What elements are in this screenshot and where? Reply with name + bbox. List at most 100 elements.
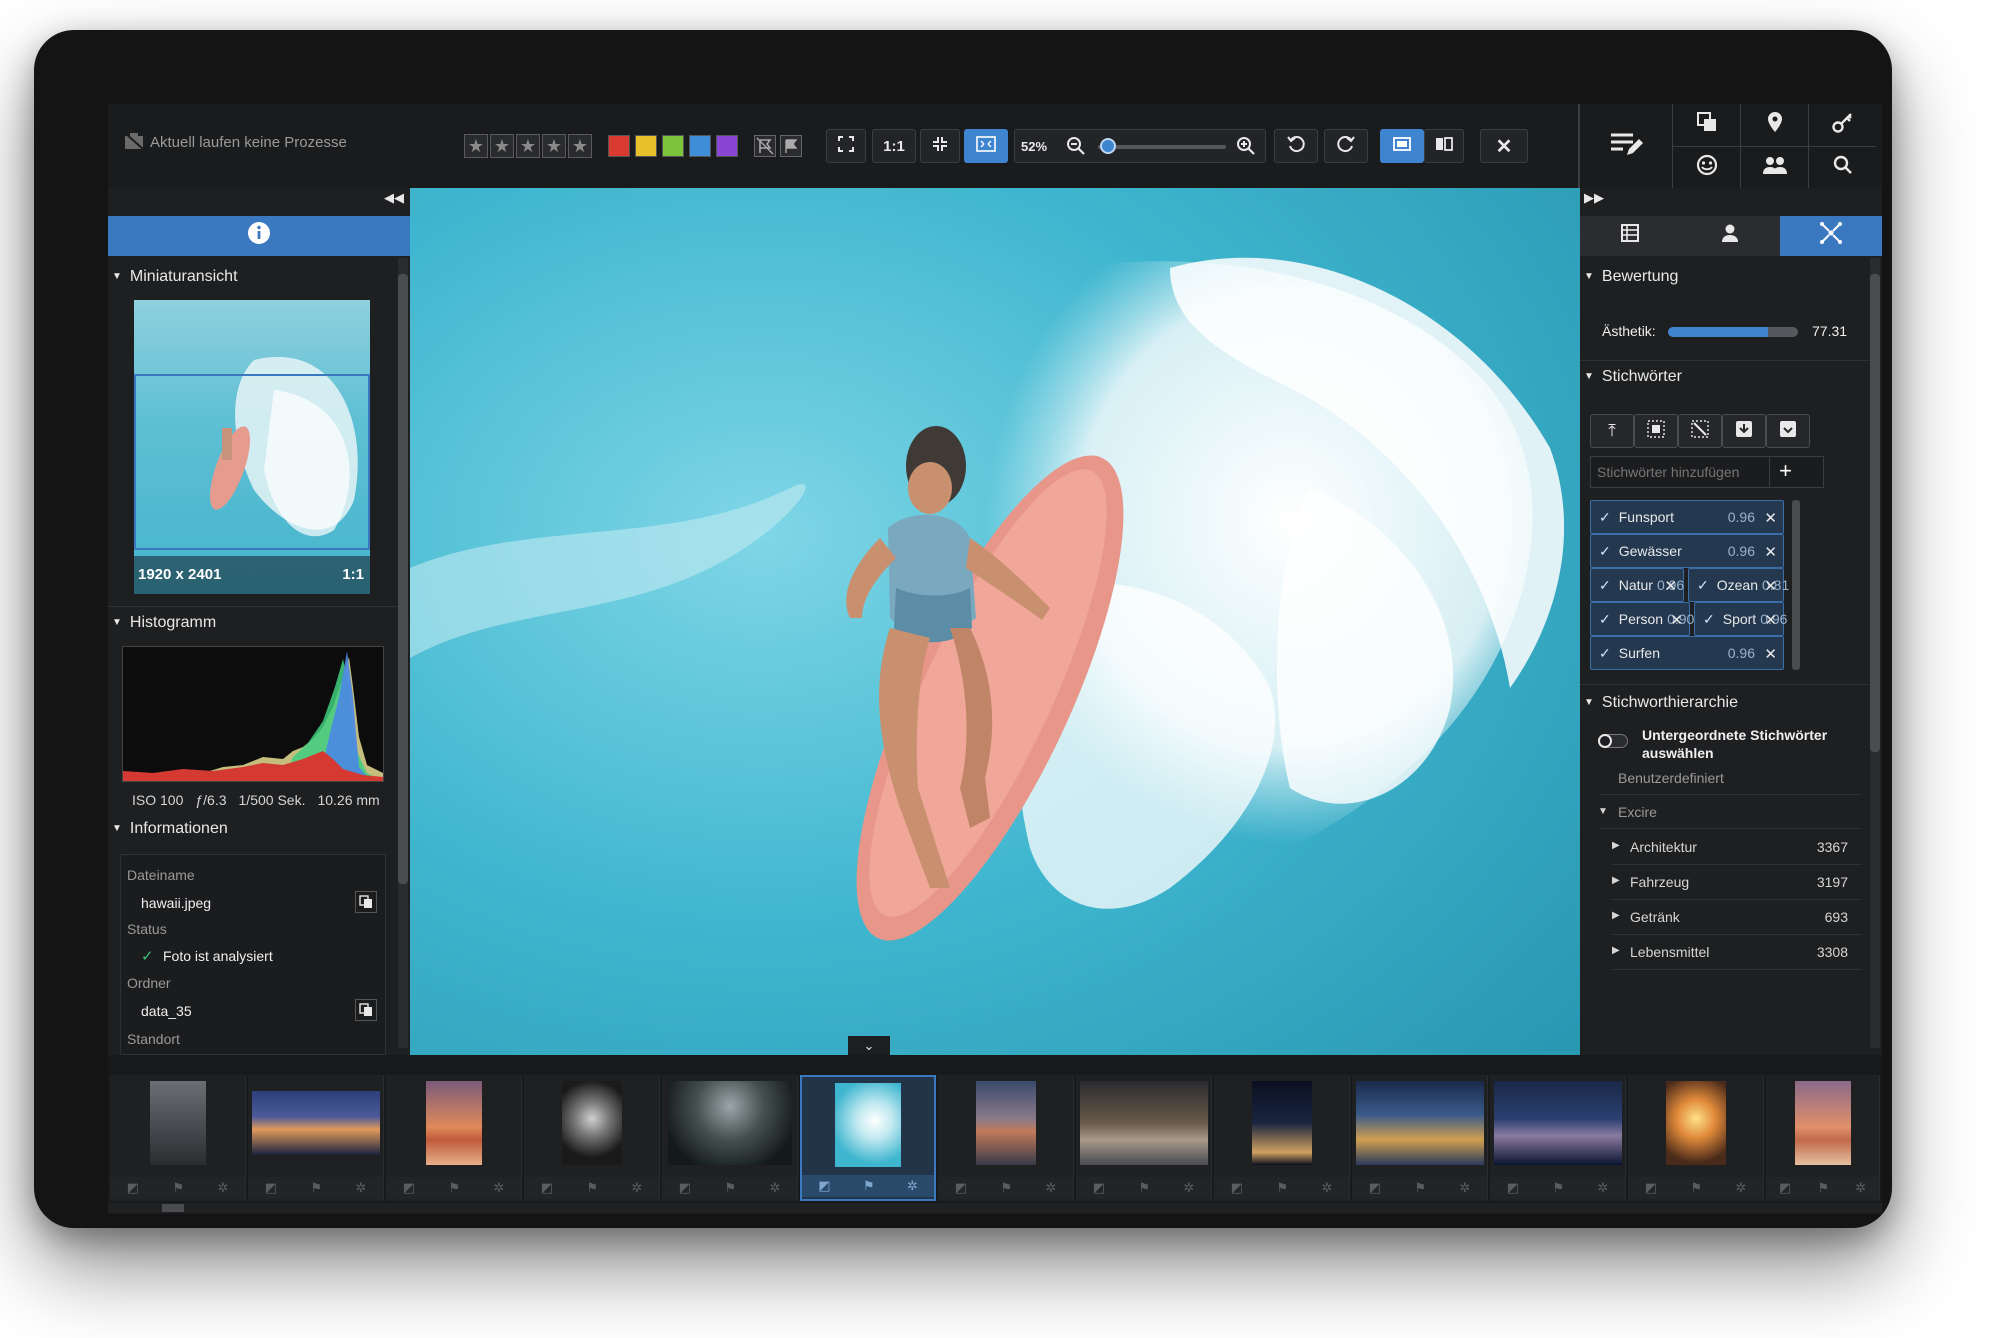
- film-thumb-1[interactable]: ◩ ⚑ ✲: [110, 1075, 246, 1201]
- keyword-chip-surfen[interactable]: ✓ Surfen 0.96 ✕: [1590, 636, 1784, 670]
- reject-flag-icon[interactable]: ◩: [265, 1180, 277, 1196]
- edit-keywords-button[interactable]: [1580, 104, 1672, 188]
- excire-label[interactable]: Excire: [1618, 804, 1657, 820]
- fullscreen-button[interactable]: [826, 129, 866, 163]
- reject-flag-icon[interactable]: ◩: [541, 1180, 553, 1196]
- remove-keyword-icon[interactable]: ✕: [1670, 611, 1683, 629]
- location-button[interactable]: [1740, 104, 1808, 146]
- magic-icon[interactable]: ✲: [1321, 1180, 1332, 1196]
- pick-flag-icon[interactable]: ⚑: [310, 1180, 322, 1196]
- pick-flag-icon[interactable]: ⚑: [863, 1178, 875, 1194]
- custom-keywords-label[interactable]: Benutzerdefiniert: [1618, 770, 1724, 786]
- color-label-green[interactable]: [662, 135, 684, 157]
- color-label-purple[interactable]: [716, 135, 738, 157]
- tab-keywords[interactable]: [1780, 216, 1882, 256]
- keyword-chip-natur[interactable]: ✓ Natur 0.96 ✕: [1590, 568, 1684, 602]
- keywords-scrollbar[interactable]: [1792, 500, 1800, 670]
- film-thumb-12[interactable]: ◩ ⚑ ✲: [1628, 1075, 1764, 1201]
- expand-icon[interactable]: ▶: [1612, 910, 1620, 921]
- filmstrip-scrollbar-thumb[interactable]: [162, 1204, 184, 1212]
- magic-icon[interactable]: ✲: [631, 1180, 642, 1196]
- reject-flag-icon[interactable]: ◩: [955, 1180, 967, 1196]
- pick-flag-icon[interactable]: ⚑: [1690, 1180, 1702, 1196]
- rating-star-5-icon[interactable]: ★: [568, 134, 592, 158]
- magic-icon[interactable]: ✲: [1855, 1180, 1866, 1196]
- film-thumb-10[interactable]: ◩ ⚑ ✲: [1352, 1075, 1488, 1201]
- reject-flag-icon[interactable]: ◩: [679, 1180, 691, 1196]
- collapse-right-button[interactable]: ▶▶: [1584, 190, 1604, 206]
- zoom-out-icon[interactable]: [1066, 136, 1086, 160]
- keyword-deselect-button[interactable]: [1678, 414, 1722, 448]
- rating-star-4-icon[interactable]: ★: [542, 134, 566, 158]
- magic-icon[interactable]: ✲: [217, 1180, 228, 1196]
- copy-filename-icon[interactable]: [355, 891, 377, 913]
- film-thumb-6-selected[interactable]: ◩ ⚑ ✲: [800, 1075, 936, 1201]
- thumbnail-viewport-frame[interactable]: [134, 374, 370, 550]
- expand-icon[interactable]: ▶: [1612, 945, 1620, 956]
- pick-flag-icon[interactable]: ⚑: [586, 1180, 598, 1196]
- rating-star-3-icon[interactable]: ★: [516, 134, 540, 158]
- film-thumb-3[interactable]: ◩ ⚑ ✲: [386, 1075, 522, 1201]
- keyword-hierarchy-section-header[interactable]: Stichworthierarchie: [1584, 694, 1738, 712]
- magic-icon[interactable]: ✲: [1459, 1180, 1470, 1196]
- rotate-right-button[interactable]: [1324, 129, 1368, 163]
- pick-flag-icon[interactable]: ⚑: [1000, 1180, 1012, 1196]
- remove-keyword-icon[interactable]: ✕: [1764, 509, 1777, 527]
- left-scrollbar[interactable]: [398, 258, 408, 1048]
- magic-icon[interactable]: ✲: [355, 1180, 366, 1196]
- reject-flag-icon[interactable]: ◩: [403, 1180, 415, 1196]
- subordinate-toggle[interactable]: [1598, 734, 1628, 748]
- remove-keyword-icon[interactable]: ✕: [1764, 577, 1777, 595]
- left-scrollbar-thumb[interactable]: [398, 274, 408, 884]
- hierarchy-row-fahrzeug[interactable]: ▶ Fahrzeug 3197: [1612, 865, 1862, 900]
- tab-metadata[interactable]: [1580, 216, 1680, 256]
- histogram-section-header[interactable]: Histogramm: [112, 614, 216, 632]
- color-label-yellow[interactable]: [635, 135, 657, 157]
- fit-screen-button[interactable]: [964, 129, 1008, 163]
- remove-keyword-icon[interactable]: ✕: [1764, 543, 1777, 561]
- thumbnail-preview[interactable]: 1920 x 2401 1:1: [134, 300, 370, 594]
- keyword-chip-gewaesser[interactable]: ✓ Gewässer 0.96 ✕: [1590, 534, 1784, 568]
- rating-star-2-icon[interactable]: ★: [490, 134, 514, 158]
- reject-flag-icon[interactable]: ◩: [1231, 1180, 1243, 1196]
- face-button[interactable]: [1672, 146, 1740, 188]
- zoom-slider[interactable]: [1098, 145, 1226, 149]
- search-button[interactable]: [1808, 146, 1876, 188]
- keyword-chip-person[interactable]: ✓ Person 0.90 ✕: [1590, 602, 1694, 636]
- keywords-section-header[interactable]: Stichwörter: [1584, 368, 1682, 386]
- rotate-left-button[interactable]: [1274, 129, 1318, 163]
- fit-inside-button[interactable]: [920, 129, 960, 163]
- excire-collapse-icon[interactable]: ▼: [1598, 806, 1608, 817]
- pick-flag-icon[interactable]: ⚑: [1138, 1180, 1150, 1196]
- magic-icon[interactable]: ✲: [907, 1178, 918, 1194]
- filmstrip-toggle[interactable]: ⌄: [848, 1036, 890, 1055]
- filmstrip-scrollbar[interactable]: [108, 1203, 1882, 1213]
- right-scrollbar[interactable]: [1870, 258, 1880, 1048]
- information-section-header[interactable]: Informationen: [112, 820, 228, 838]
- keyword-chip-sport[interactable]: ✓ Sport 0.96 ✕: [1694, 602, 1787, 636]
- people-button[interactable]: [1740, 146, 1808, 188]
- reject-flag-icon[interactable]: [754, 135, 776, 157]
- film-thumb-13[interactable]: ◩ ⚑ ✲: [1766, 1075, 1880, 1201]
- hierarchy-row-architektur[interactable]: ▶ Architektur 3367: [1612, 830, 1862, 865]
- keyword-input[interactable]: [1591, 457, 1767, 487]
- film-thumb-9[interactable]: ◩ ⚑ ✲: [1214, 1075, 1350, 1201]
- color-label-blue[interactable]: [689, 135, 711, 157]
- rating-star-1-icon[interactable]: ★: [464, 134, 488, 158]
- film-thumb-7[interactable]: ◩ ⚑ ✲: [938, 1075, 1074, 1201]
- remove-keyword-icon[interactable]: ✕: [1764, 611, 1777, 629]
- keyword-accept-button[interactable]: ⤒: [1590, 414, 1634, 448]
- keyword-import-button[interactable]: [1722, 414, 1766, 448]
- reject-flag-icon[interactable]: ◩: [1645, 1180, 1657, 1196]
- pick-flag-icon[interactable]: ⚑: [1414, 1180, 1426, 1196]
- keyword-save-button[interactable]: [1766, 414, 1810, 448]
- close-view-button[interactable]: ✕: [1480, 129, 1528, 163]
- collapse-left-button[interactable]: ◀◀: [384, 190, 404, 206]
- keyword-chip-funsport[interactable]: ✓ Funsport 0.96 ✕: [1590, 500, 1784, 534]
- hierarchy-row-getraenk[interactable]: ▶ Getränk 693: [1612, 900, 1862, 935]
- reject-flag-icon[interactable]: ◩: [1507, 1180, 1519, 1196]
- thumbnail-section-header[interactable]: Miniaturansicht: [112, 268, 238, 286]
- tab-person[interactable]: [1680, 216, 1780, 256]
- film-thumb-11[interactable]: ◩ ⚑ ✲: [1490, 1075, 1626, 1201]
- main-photo-viewer[interactable]: ⌄: [410, 188, 1580, 1055]
